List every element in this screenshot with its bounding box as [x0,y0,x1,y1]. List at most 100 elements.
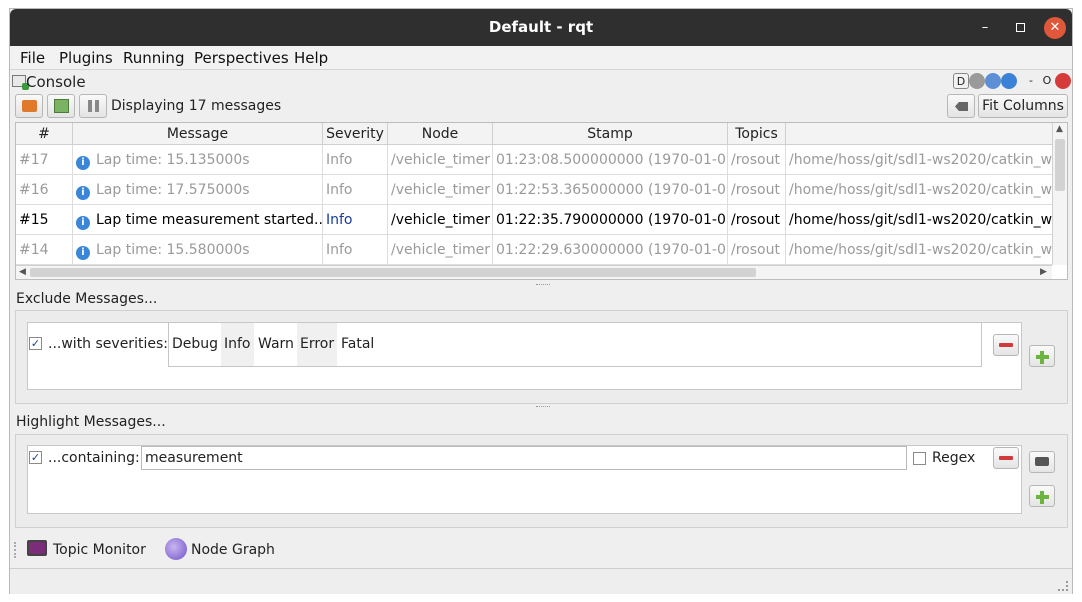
reload-icon[interactable] [985,73,1001,89]
scroll-left-arrow-icon[interactable]: ◀ [19,267,26,277]
message-table[interactable]: # Message Severity Node Stamp Topics #17… [15,122,1068,280]
float-plugin-icon[interactable]: O [1039,73,1055,89]
highlight-text-input[interactable]: measurement [141,446,907,470]
table-row[interactable]: #14 i Lap time: 15.580000s Info /vehicle_… [16,235,1052,265]
remove-exclude-filter-button[interactable] [993,334,1019,356]
cell-node: /vehicle_timer [388,145,493,175]
message-count-label: Displaying 17 messages [111,98,282,114]
add-exclude-filter-button[interactable] [1029,345,1055,367]
highlight-section-label: Highlight Messages... [16,414,166,430]
highlight-options-button[interactable] [1029,451,1055,473]
cell-stamp: 01:22:29.630000000 (1970-01-01) [493,235,728,265]
toolbar-grip[interactable] [14,542,18,558]
severity-warn[interactable]: Warn [255,323,297,366]
resize-grip[interactable] [1058,581,1068,591]
cell-severity: Info [323,235,388,265]
info-icon: i [76,186,90,200]
pause-icon [88,100,92,112]
fit-columns-button[interactable]: Fit Columns [978,94,1068,118]
cell-severity: Info [323,175,388,205]
cell-location: /home/hoss/git/sdl1-ws2020/catkin_ws/ [789,152,1052,168]
severity-info[interactable]: Info [221,323,254,366]
open-log-button[interactable] [15,94,43,118]
maximize-button[interactable] [1009,17,1031,39]
save-log-button[interactable] [47,94,75,118]
column-header-severity[interactable]: Severity [323,123,388,145]
splitter-handle[interactable] [536,284,550,287]
splitter-handle[interactable] [536,406,550,409]
column-header-topics[interactable]: Topics [728,123,786,145]
help-icon[interactable] [1001,73,1017,89]
cell-id: #14 [16,235,73,265]
table-row[interactable]: #16 i Lap time: 17.575000s Info /vehicle_… [16,175,1052,205]
table-vertical-scrollbar[interactable]: ▲ [1052,123,1067,265]
info-icon: i [76,216,90,230]
cell-message: i Lap time: 17.575000s [73,175,323,205]
menu-perspectives[interactable]: Perspectives [194,49,289,67]
remove-highlight-filter-button[interactable] [993,447,1019,469]
minimize-plugin-icon[interactable]: - [1023,73,1039,89]
cell-node: /vehicle_timer [388,235,493,265]
clear-icon [955,102,968,111]
cell-id: #16 [16,175,73,205]
cell-node: /vehicle_timer [388,205,493,235]
node-graph-shortcut[interactable]: Node Graph [165,538,275,562]
menu-running[interactable]: Running [123,49,184,67]
cell-stamp: 01:22:53.365000000 (1970-01-01) [493,175,728,205]
minimize-button[interactable]: – [974,17,996,39]
menu-help[interactable]: Help [294,49,328,67]
title-bar[interactable]: Default - rqt – ✕ [10,9,1072,46]
severity-debug[interactable]: Debug [169,323,221,366]
gear-icon[interactable] [969,73,985,89]
console-plugin-icon [12,75,29,90]
topic-monitor-label: Topic Monitor [53,542,146,558]
cell-topics: /rosout [728,235,786,265]
column-header-id[interactable]: # [16,123,73,145]
severity-error[interactable]: Error [297,323,338,366]
exclude-section-label: Exclude Messages... [16,291,158,307]
table-horizontal-scrollbar[interactable]: ◀ ▶ [16,265,1052,279]
column-header-stamp[interactable]: Stamp [493,123,728,145]
exclude-severity-checkbox[interactable]: ✓ [29,337,42,350]
doc-icon[interactable]: D [953,73,969,89]
cell-severity: Info [323,145,388,175]
monitor-icon [27,540,47,556]
regex-checkbox[interactable] [913,452,926,465]
add-highlight-filter-button[interactable] [1029,485,1055,507]
containing-filter-label: ...containing: [48,450,140,466]
cell-message: i Lap time: 15.580000s [73,235,323,265]
node-graph-label: Node Graph [191,542,275,558]
table-row[interactable]: #17 i Lap time: 15.135000s Info /vehicle_… [16,145,1052,175]
table-header: # Message Severity Node Stamp Topics [16,123,1052,145]
printer-icon [1035,457,1049,466]
cell-topics: /rosout [728,205,786,235]
clear-button[interactable] [947,94,975,118]
table-row-highlighted[interactable]: #15 i Lap time measurement started... Inf… [16,205,1052,235]
menu-file[interactable]: File [20,49,45,67]
cell-severity: Info [323,205,388,235]
message-text: Lap time: 15.580000s [96,242,250,258]
menu-bar: File Plugins Running Perspectives Help [10,46,1072,70]
scroll-up-arrow-icon[interactable]: ▲ [1056,124,1063,134]
menu-plugins[interactable]: Plugins [59,49,113,67]
cell-id: #17 [16,145,73,175]
highlight-text-checkbox[interactable]: ✓ [29,451,42,464]
graph-icon [165,538,187,560]
folder-icon [22,100,37,112]
severity-filter-label: ...with severities: [48,336,168,352]
column-header-message[interactable]: Message [73,123,323,145]
close-plugin-icon[interactable] [1055,73,1071,89]
horizontal-scroll-thumb[interactable] [30,268,756,277]
info-icon: i [76,246,90,260]
plugin-shortcut-bar: Topic Monitor Node Graph [10,535,1072,565]
column-header-node[interactable]: Node [388,123,493,145]
severity-list[interactable]: Debug Info Warn Error Fatal [168,322,982,367]
scroll-right-arrow-icon[interactable]: ▶ [1040,267,1047,277]
column-header-location[interactable] [786,123,1052,145]
topic-monitor-shortcut[interactable]: Topic Monitor [27,538,151,562]
vertical-scroll-thumb[interactable] [1055,139,1065,191]
cell-location: /home/hoss/git/sdl1-ws2020/catkin_ws/ [789,242,1052,258]
pause-button[interactable] [79,94,107,118]
severity-fatal[interactable]: Fatal [338,323,377,366]
close-button[interactable]: ✕ [1044,17,1066,39]
